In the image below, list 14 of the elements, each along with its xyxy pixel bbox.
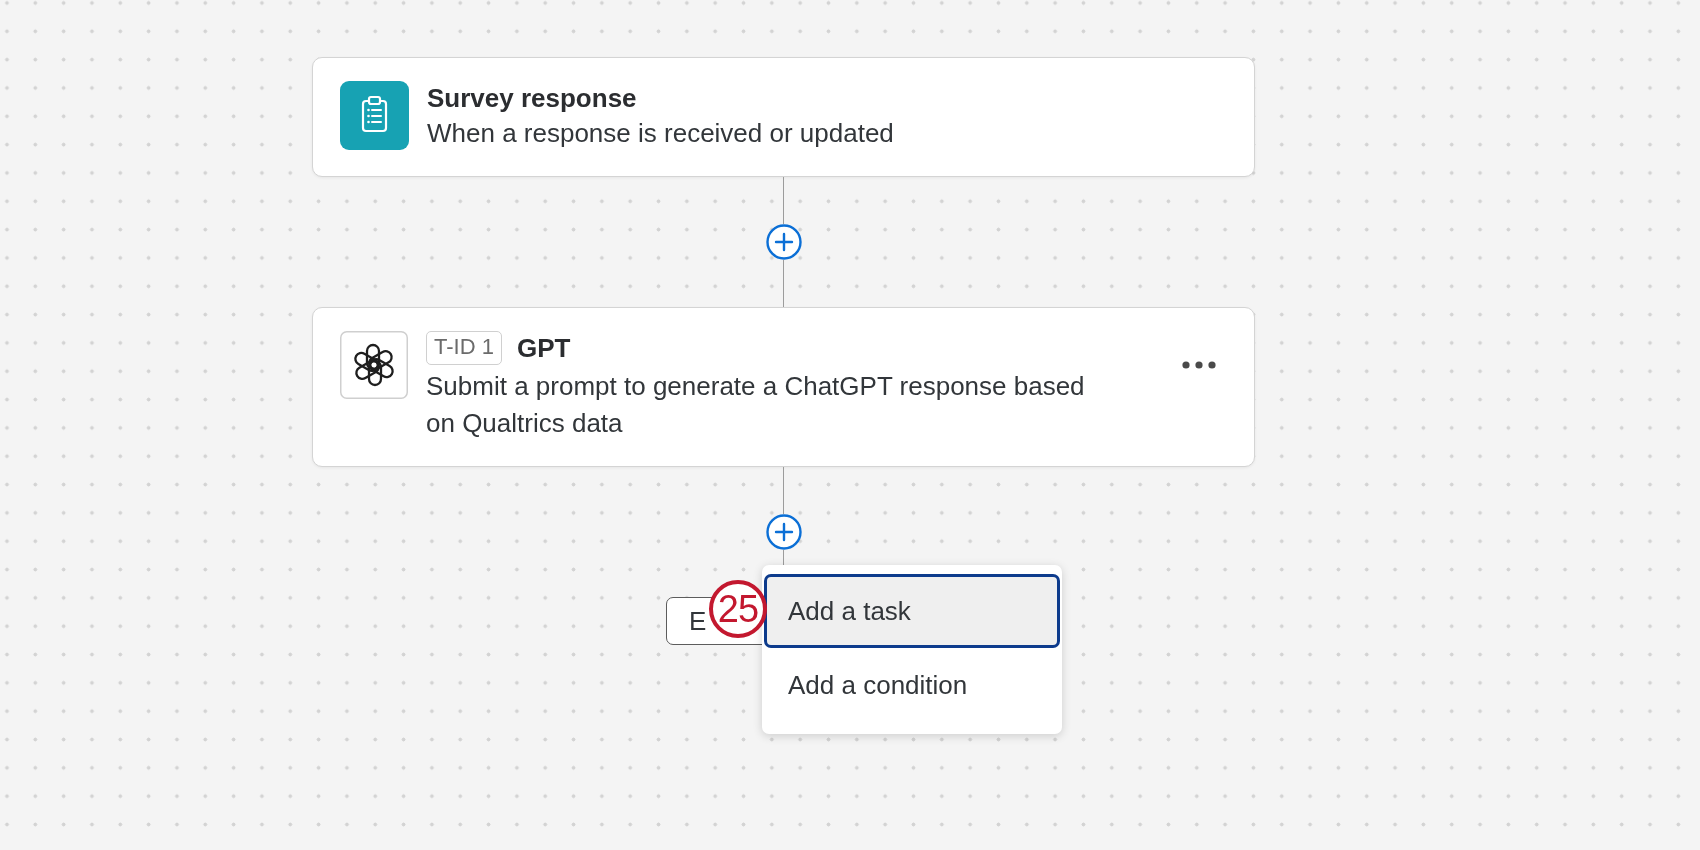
connector-line bbox=[783, 467, 784, 514]
more-icon[interactable] bbox=[1182, 361, 1216, 369]
step-title: GPT bbox=[516, 332, 571, 365]
knot-icon bbox=[340, 331, 408, 399]
menu-item[interactable]: Add a task bbox=[764, 574, 1060, 648]
plus-icon[interactable] bbox=[765, 224, 802, 260]
connector-line bbox=[783, 177, 784, 224]
task-id-tag: T-ID 1 bbox=[426, 331, 502, 365]
plus-icon[interactable] bbox=[765, 514, 802, 550]
step-description: Submit a prompt to generate a ChatGPT response based on Qualtrics data bbox=[426, 370, 1086, 440]
clipboard-icon bbox=[340, 81, 409, 150]
connector-line bbox=[783, 260, 784, 307]
step-title: Survey response bbox=[427, 82, 637, 115]
step-description: When a response is received or updated bbox=[427, 117, 895, 150]
